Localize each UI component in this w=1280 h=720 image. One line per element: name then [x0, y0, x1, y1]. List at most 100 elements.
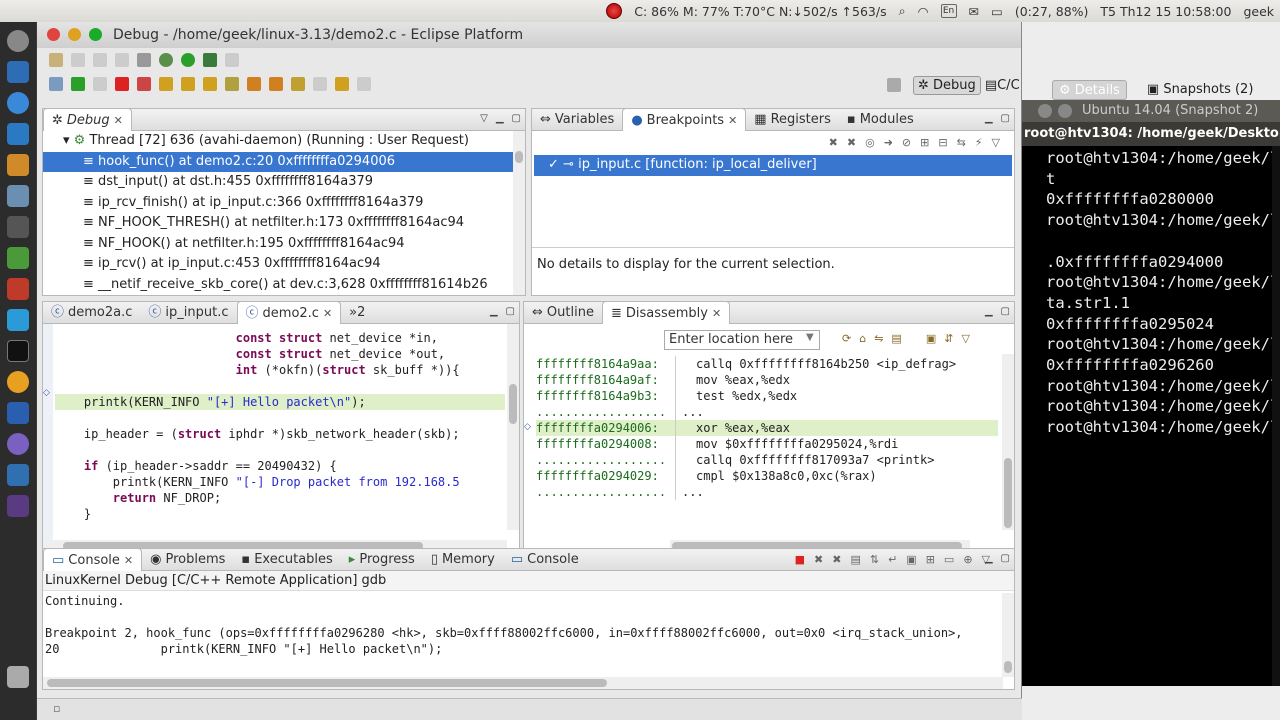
chevron-down-icon[interactable]: ▼ — [806, 332, 814, 343]
close-icon[interactable]: ✕ — [124, 550, 133, 571]
skip-all-icon[interactable]: ⊘ — [902, 136, 911, 149]
location-input[interactable]: Enter location here — [664, 330, 820, 350]
dash-icon[interactable] — [7, 30, 29, 52]
pin-console-icon[interactable]: ⊞ — [926, 553, 935, 566]
disassembly-row[interactable]: ffffffff8164a9aa: callq 0xffffffff8164b25… — [536, 356, 998, 372]
step-into-icon[interactable] — [159, 77, 173, 91]
tab-modules[interactable]: ▪ Modules — [839, 108, 922, 130]
tab-progress[interactable]: ▸ Progress — [341, 548, 423, 570]
go-to-file-icon[interactable]: ➜ — [884, 136, 893, 149]
editor-vscroll[interactable] — [507, 324, 519, 530]
display-console-icon[interactable]: ▭ — [944, 553, 954, 566]
tab-ip-input[interactable]: ⓒ ip_input.c — [140, 301, 236, 323]
stack-frame-row[interactable]: ≡ __netif_receive_skb_core() at dev.c:3,… — [43, 275, 525, 296]
mail-icon[interactable]: ✉ — [969, 4, 979, 19]
remove-icon[interactable]: ✖ — [829, 136, 838, 149]
step-over-icon[interactable] — [181, 77, 195, 91]
maximize-icon[interactable] — [89, 28, 102, 41]
forward-arrow-icon[interactable] — [357, 77, 371, 91]
tab-snapshots[interactable]: ▣ Snapshots (2) — [1141, 80, 1260, 100]
debug-launch-icon[interactable] — [159, 53, 173, 67]
eclipse-icon[interactable] — [7, 495, 29, 517]
word-icon[interactable] — [7, 402, 29, 424]
battery-icon[interactable]: ▭ — [991, 4, 1003, 19]
open-task-icon[interactable] — [269, 77, 283, 91]
tab-breakpoints[interactable]: ● Breakpoints ✕ — [622, 108, 747, 131]
launcher-app-icon[interactable] — [7, 247, 29, 269]
build-icon[interactable] — [137, 53, 151, 67]
suspend-icon[interactable] — [93, 77, 107, 91]
close-icon[interactable]: ✕ — [323, 303, 332, 324]
save-all-icon[interactable] — [93, 53, 107, 67]
close-icon[interactable]: ✕ — [114, 110, 123, 131]
tab-demo2[interactable]: ⓒ demo2.c ✕ — [236, 301, 342, 324]
remove-launch-icon[interactable]: ✖ — [814, 553, 823, 566]
disassembly-row[interactable]: .................. callq 0xffffffff817093… — [536, 452, 998, 468]
tab-problems[interactable]: ◉ Problems — [142, 548, 233, 570]
console-output[interactable]: Continuing. Breakpoint 2, hook_func (ops=… — [45, 593, 1000, 673]
keyboard-layout-indicator[interactable]: En — [940, 4, 957, 18]
clear-console-icon[interactable]: ▤ — [850, 553, 860, 566]
collapse-all-icon[interactable]: ⊟ — [938, 136, 947, 149]
disassembly-row[interactable]: ffffffff8164a9b3: test %edx,%edx — [536, 388, 998, 404]
minimize-icon[interactable] — [1058, 104, 1072, 118]
disassembly-row[interactable]: ..................... — [536, 484, 998, 500]
skip-breakpoints-icon[interactable] — [49, 77, 63, 91]
navigate-back-icon[interactable] — [313, 77, 327, 91]
external-tools-icon[interactable] — [203, 53, 217, 67]
scroll-lock-icon[interactable]: ⇅ — [870, 553, 879, 566]
link-with-editor-icon[interactable]: ⇋ — [874, 332, 883, 345]
chromium-icon[interactable] — [7, 92, 29, 114]
view-menu[interactable]: ▽ ▁ ▢ — [480, 113, 521, 124]
launcher-app-icon[interactable] — [7, 61, 29, 83]
record-icon[interactable] — [606, 3, 623, 19]
trash-icon[interactable] — [7, 666, 29, 688]
instruction-stepping-icon[interactable] — [225, 77, 239, 91]
back-arrow-icon[interactable] — [335, 77, 349, 91]
stack-frame-row[interactable]: ≡ dst_input() at dst.h:455 0xffffffff816… — [43, 172, 525, 193]
view-menu[interactable]: ▁ ▢ — [490, 306, 515, 317]
launcher-app-icon[interactable] — [7, 185, 29, 207]
stack-frame-row[interactable]: ≡ NF_HOOK_THRESH() at netfilter.h:173 0x… — [43, 213, 525, 234]
launcher-app-icon[interactable] — [7, 464, 29, 486]
close-icon[interactable] — [47, 28, 60, 41]
add-event-icon[interactable]: ⚡ — [975, 136, 983, 149]
view-menu-icon[interactable]: ▽ — [961, 332, 969, 345]
tab-outline[interactable]: ⇔ Outline — [524, 301, 602, 323]
view-menu[interactable]: ▁ ▢ — [985, 113, 1010, 124]
view-menu[interactable]: ▁ ▢ — [985, 553, 1010, 564]
remove-all-icon[interactable]: ✖ — [832, 553, 841, 566]
terminate-icon[interactable] — [115, 77, 129, 91]
new-view-icon[interactable]: ▣ — [926, 332, 936, 345]
tab-console-2[interactable]: ▭ Console — [503, 548, 587, 570]
new-icon[interactable] — [49, 53, 63, 67]
tab-memory[interactable]: ▯ Memory — [423, 548, 503, 570]
disassembly-row[interactable]: ffffffffa0294029: cmpl $0x138a8c0,0xc(%ra… — [536, 468, 998, 484]
run-icon[interactable] — [181, 53, 195, 67]
console-vscroll[interactable] — [1002, 593, 1014, 677]
remove-all-icon[interactable]: ✖ — [847, 136, 856, 149]
close-icon[interactable]: ✕ — [712, 303, 721, 324]
battery-status[interactable]: (0:27, 88%) — [1015, 4, 1089, 19]
stack-frame-row[interactable]: ≡ ip_rcv_finish() at ip_input.c:366 0xff… — [43, 193, 525, 214]
disasm-vscroll[interactable] — [1002, 354, 1014, 530]
search-icon[interactable]: ⌕ — [899, 3, 906, 19]
stack-frame-row[interactable]: ≡ hook_func() at demo2.c:20 0xffffffffa0… — [43, 151, 525, 172]
thread-row[interactable]: ▾ ⚙ Thread [72] 636 (avahi-daemon) (Runn… — [43, 131, 525, 152]
view-menu-icon[interactable]: ▽ — [992, 136, 1000, 149]
view-menu[interactable]: ▁ ▢ — [985, 306, 1010, 317]
link-icon[interactable]: ⇆ — [957, 136, 966, 149]
wifi-icon[interactable]: ◠ — [918, 4, 929, 19]
tab-details[interactable]: ⚙ Details — [1052, 80, 1127, 100]
tab-disassembly[interactable]: ≣ Disassembly ✕ — [601, 301, 731, 324]
step-return-icon[interactable] — [203, 77, 217, 91]
debug-scrollbar[interactable] — [513, 131, 525, 295]
word-wrap-icon[interactable]: ↵ — [888, 553, 897, 566]
launcher-app-icon[interactable] — [7, 309, 29, 331]
clock[interactable]: T5 Th12 15 10:58:00 — [1100, 4, 1231, 19]
tab-demo2a[interactable]: ⓒ demo2a.c — [43, 301, 140, 323]
home-icon[interactable]: ⌂ — [859, 332, 866, 345]
search-icon[interactable] — [225, 53, 239, 67]
fast-view-icon[interactable]: ▫ — [53, 702, 60, 715]
terminal-output[interactable]: root@htv1304:/home/geek/l t 0xffffffffa0… — [1022, 146, 1280, 686]
